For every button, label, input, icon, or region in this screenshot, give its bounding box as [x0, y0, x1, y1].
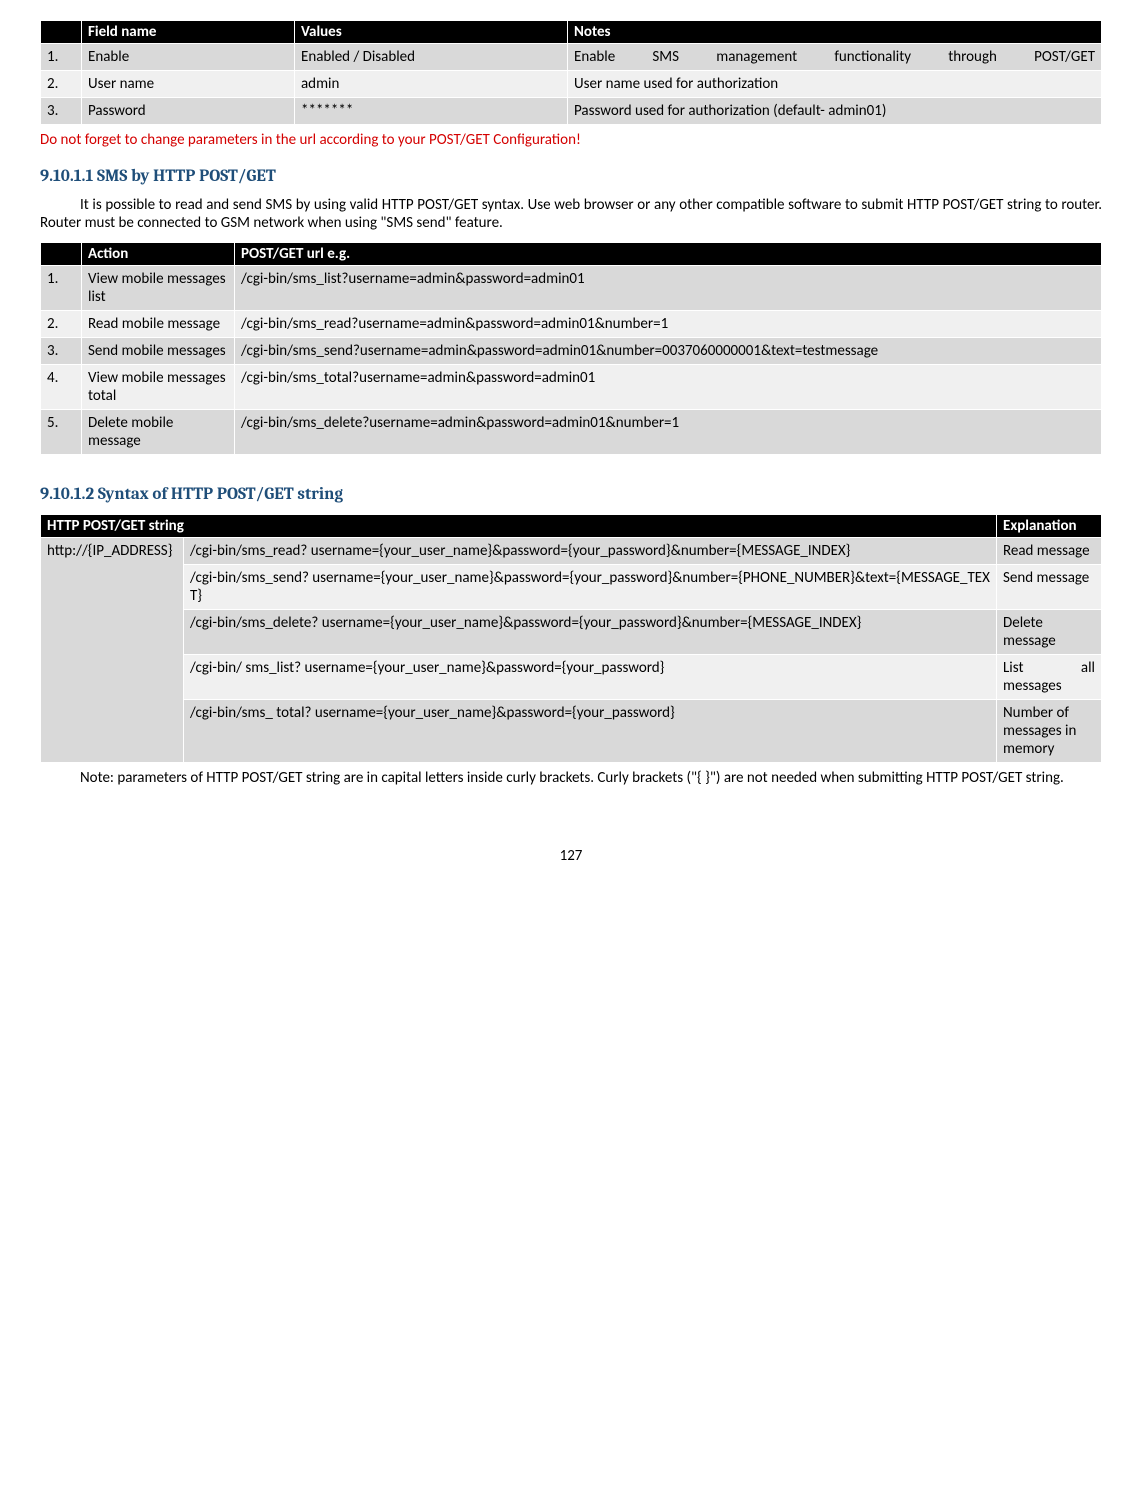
field-values: Enabled / Disabled: [295, 44, 568, 71]
row-num: 2.: [41, 71, 82, 98]
table-row: 2. Read mobile message /cgi-bin/sms_read…: [41, 311, 1102, 338]
action-cell: Delete mobile message: [82, 410, 235, 455]
action-cell: Send mobile messages: [82, 338, 235, 365]
field-values-table: Field name Values Notes 1. Enable Enable…: [40, 20, 1102, 125]
warning-text: Do not forget to change parameters in th…: [40, 131, 1102, 149]
table-row: 4. View mobile messages total /cgi-bin/s…: [41, 365, 1102, 410]
explanation-cell: List all messages: [997, 655, 1102, 700]
table-row: /cgi-bin/sms_ total? username={your_user…: [41, 700, 1102, 763]
string-cell: /cgi-bin/sms_ total? username={your_user…: [184, 700, 997, 763]
table-row: /cgi-bin/ sms_list? username={your_user_…: [41, 655, 1102, 700]
string-cell: /cgi-bin/ sms_list? username={your_user_…: [184, 655, 997, 700]
field-name: Enable: [82, 44, 295, 71]
action-cell: Read mobile message: [82, 311, 235, 338]
section-heading: 9.10.1.1 SMS by HTTP POST/GET: [40, 167, 1102, 186]
field-values: *******: [295, 98, 568, 125]
table-row: 3. Send mobile messages /cgi-bin/sms_sen…: [41, 338, 1102, 365]
col-header-explanation: Explanation: [997, 515, 1102, 538]
field-notes: User name used for authorization: [568, 71, 1102, 98]
col-header-notes: Notes: [568, 21, 1102, 44]
col-header-action: Action: [82, 243, 235, 266]
row-num: 5.: [41, 410, 82, 455]
col-header-string: HTTP POST/GET string: [41, 515, 997, 538]
host-cell: http://{IP_ADDRESS}: [41, 538, 184, 763]
string-cell: /cgi-bin/sms_delete? username={your_user…: [184, 610, 997, 655]
field-name: User name: [82, 71, 295, 98]
field-notes: Enable SMS management functionality thro…: [568, 44, 1102, 71]
table-row: /cgi-bin/sms_send? username={your_user_n…: [41, 565, 1102, 610]
table-row: 2. User name admin User name used for au…: [41, 71, 1102, 98]
table-row: 3. Password ******* Password used for au…: [41, 98, 1102, 125]
url-cell: /cgi-bin/sms_list?username=admin&passwor…: [235, 266, 1102, 311]
string-cell: /cgi-bin/sms_read? username={your_user_n…: [184, 538, 997, 565]
row-num: 4.: [41, 365, 82, 410]
table-row: http://{IP_ADDRESS} /cgi-bin/sms_read? u…: [41, 538, 1102, 565]
field-notes: Password used for authorization (default…: [568, 98, 1102, 125]
col-header-values: Values: [295, 21, 568, 44]
url-cell: /cgi-bin/sms_delete?username=admin&passw…: [235, 410, 1102, 455]
section-number: 9.10.1.1: [40, 167, 93, 186]
col-header-blank: [41, 243, 82, 266]
explanation-cell: Delete message: [997, 610, 1102, 655]
url-cell: /cgi-bin/sms_total?username=admin&passwo…: [235, 365, 1102, 410]
url-cell: /cgi-bin/sms_send?username=admin&passwor…: [235, 338, 1102, 365]
row-num: 3.: [41, 98, 82, 125]
section-heading: 9.10.1.2 Syntax of HTTP POST/GET string: [40, 485, 1102, 504]
table-row: 1. Enable Enabled / Disabled Enable SMS …: [41, 44, 1102, 71]
field-values: admin: [295, 71, 568, 98]
url-cell: /cgi-bin/sms_read?username=admin&passwor…: [235, 311, 1102, 338]
section-title: Syntax of HTTP POST/GET string: [98, 485, 343, 504]
explanation-cell: Number of messages in memory: [997, 700, 1102, 763]
section-title: SMS by HTTP POST/GET: [97, 167, 276, 186]
section-number: 9.10.1.2: [40, 485, 94, 504]
syntax-table: HTTP POST/GET string Explanation http://…: [40, 514, 1102, 763]
section-paragraph: It is possible to read and send SMS by u…: [40, 196, 1102, 232]
action-cell: View mobile messages total: [82, 365, 235, 410]
table-row: 1. View mobile messages list /cgi-bin/sm…: [41, 266, 1102, 311]
explanation-cell: Read message: [997, 538, 1102, 565]
action-cell: View mobile messages list: [82, 266, 235, 311]
string-cell: /cgi-bin/sms_send? username={your_user_n…: [184, 565, 997, 610]
col-header-field: Field name: [82, 21, 295, 44]
col-header-url: POST/GET url e.g.: [235, 243, 1102, 266]
row-num: 1.: [41, 44, 82, 71]
row-num: 1.: [41, 266, 82, 311]
row-num: 2.: [41, 311, 82, 338]
row-num: 3.: [41, 338, 82, 365]
col-header-blank: [41, 21, 82, 44]
page-number: 127: [40, 847, 1102, 865]
explanation-cell: Send message: [997, 565, 1102, 610]
note-text: Note: parameters of HTTP POST/GET string…: [40, 769, 1102, 787]
field-name: Password: [82, 98, 295, 125]
action-url-table: Action POST/GET url e.g. 1. View mobile …: [40, 242, 1102, 455]
table-row: 5. Delete mobile message /cgi-bin/sms_de…: [41, 410, 1102, 455]
table-row: /cgi-bin/sms_delete? username={your_user…: [41, 610, 1102, 655]
